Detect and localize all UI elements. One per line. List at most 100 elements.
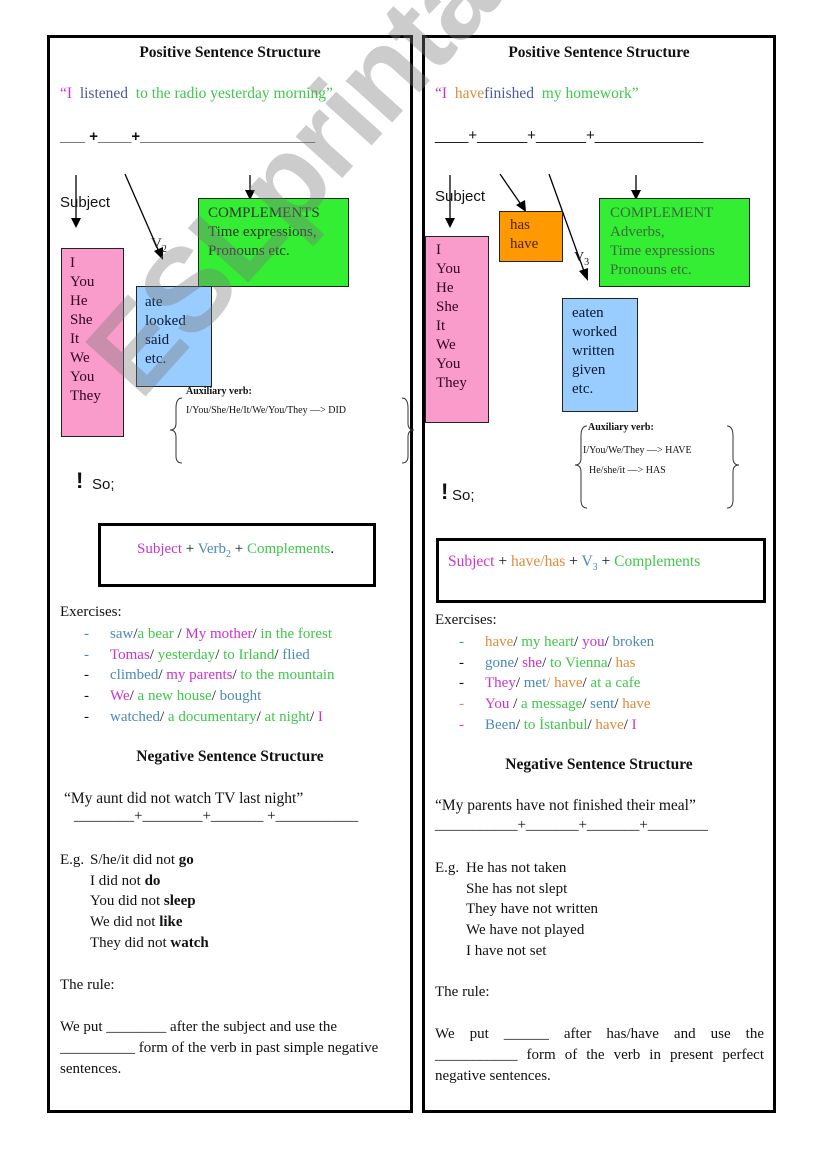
exercise-word: / — [515, 716, 524, 733]
exercise-word: a documentary — [167, 708, 257, 725]
negative-examples: E.g. S/he/it did not go I did not do You di… — [60, 850, 209, 954]
bullet-dash: - — [84, 646, 89, 663]
eg-label: E.g. — [60, 852, 85, 868]
bullet-dash: - — [459, 634, 464, 650]
list-item: You — [70, 369, 95, 385]
present-perfect-panel: Positive Sentence Structure “I havefinis… — [422, 35, 776, 1113]
exercise-word: at a cafe — [590, 675, 641, 692]
negative-blanks: ___________+_______+_______+________ — [435, 817, 708, 833]
example-text: S/he/it did not — [90, 852, 179, 868]
exercise-word: have — [554, 675, 583, 692]
exercise-word: / — [607, 654, 616, 671]
exercise-word: a new house — [137, 688, 212, 705]
subject-label: Subject — [60, 194, 111, 211]
exercise-item: - We/ a new house/ bought — [84, 686, 335, 707]
subject-pronouns-list: I You He She It We You They — [70, 254, 115, 406]
exercise-word: saw — [110, 626, 134, 642]
exercise-word: climbed — [110, 667, 159, 684]
list-item: He/she/it —> HAS — [589, 465, 666, 476]
list-item: written — [572, 343, 615, 359]
exercise-word: / — [149, 646, 158, 663]
list-item: She — [436, 299, 459, 315]
exercise-word: We — [110, 688, 130, 705]
exercise-word: bought — [219, 688, 262, 705]
exercise-word: you — [582, 634, 605, 650]
complements-box: COMPLEMENTS Time expressions, Pronouns etc… — [198, 198, 349, 287]
example-line: You did not sleep — [60, 891, 209, 912]
list-item: It — [70, 331, 80, 347]
exercise-word: Been — [485, 716, 516, 733]
exercise-word: I — [317, 708, 323, 725]
exercise-word: / — [604, 634, 613, 650]
exercise-word: she — [522, 654, 543, 671]
v3-verbs-list: eaten worked written given etc. — [572, 304, 628, 399]
list-item: looked — [145, 313, 186, 329]
complements-list: COMPLEMENTS Time expressions, Pronouns etc… — [208, 204, 339, 261]
exercise-word: my heart — [521, 634, 575, 650]
example-text: They have not written — [466, 901, 599, 918]
example-text: They did not — [90, 934, 171, 951]
example-verb-bold: go — [178, 852, 194, 868]
rule-title: The rule: — [60, 977, 115, 993]
list-item: He — [70, 293, 88, 309]
formula-verb: V3 — [581, 553, 597, 573]
list-item: etc. — [572, 381, 594, 397]
formula-plus: + — [231, 541, 247, 557]
exercise-word: They — [485, 675, 516, 692]
exercise-word: / — [542, 654, 551, 671]
aux-have-has-list: has have — [510, 216, 552, 254]
exercise-item: - They/ met/ have/ at a cafe — [459, 673, 654, 694]
exercise-word: met — [523, 675, 547, 692]
exercise-word: in the forest — [260, 626, 333, 642]
subject-pronouns-box: I You He She It We You They — [61, 248, 124, 437]
exercises-list: - saw / a bear / My mother / in the forest - T… — [84, 624, 335, 728]
bullet-dash: - — [84, 667, 89, 684]
list-item: Time expressions — [610, 243, 715, 259]
exercise-word: / — [514, 654, 523, 671]
bullet-dash: - — [459, 696, 464, 713]
subject-pronouns-list: I You He She It We You They — [436, 241, 478, 393]
exercise-word: / — [256, 708, 265, 725]
example-text: She has not slept — [466, 880, 568, 897]
exercise-word: my parents — [166, 667, 233, 684]
exercise-word: a bear — [137, 626, 178, 642]
bullet-dash: - — [84, 688, 89, 705]
bullet-dash: - — [459, 654, 464, 671]
formula-plus: + — [597, 553, 615, 570]
exercise-word: have — [622, 696, 651, 713]
example-line: We have not played — [435, 920, 598, 941]
formula-subject: Subject — [137, 541, 182, 557]
list-item: COMPLEMENTS — [208, 205, 320, 221]
exercise-word: have — [485, 634, 514, 650]
v2-verbs-box: ate looked said etc. — [136, 286, 212, 387]
list-item: She — [70, 312, 93, 328]
v2-verbs-list: ate looked said etc. — [145, 293, 203, 369]
exclamation-icon: ! — [441, 479, 449, 504]
subject-pronouns-box: I You He She It We You They — [425, 236, 489, 423]
list-item: I — [436, 242, 441, 258]
exercise-word: / — [515, 675, 524, 692]
v3-letter: V — [574, 250, 585, 265]
list-item: We — [436, 337, 456, 353]
negative-example-sentence: “My parents have not finished their meal… — [435, 797, 696, 814]
aux-verb-rules: I/You/We/They —> HAVE He/she/it —> HAS — [583, 441, 692, 481]
exercise-word: has — [615, 654, 636, 671]
past-simple-panel: Positive Sentence Structure “I listened … — [47, 35, 415, 1113]
v2-subscript: 2 — [161, 244, 167, 255]
rule-title: The rule: — [435, 984, 490, 1000]
exercise-word: to İstanbul — [523, 716, 588, 733]
exercise-item: - saw/a bear / My mother/ in the forest — [84, 624, 335, 645]
exercises-title: Exercises: — [60, 604, 122, 620]
list-item: Pronouns etc. — [208, 243, 290, 259]
exercise-item: - climbed/ my parents/ to the mountain — [84, 665, 335, 686]
example-verb-bold: sleep — [163, 893, 196, 910]
list-item: You — [436, 261, 461, 277]
example-verb-bold: like — [159, 914, 183, 931]
so-label: So; — [452, 487, 475, 504]
complement-box: COMPLEMENT Adverbs, Time expressions Pronou… — [599, 198, 750, 287]
exercise-word: a message — [521, 696, 583, 713]
formula-aux: have/has — [511, 553, 566, 570]
subject-arrow-head — [71, 218, 81, 228]
example-line: They have not written — [435, 899, 598, 920]
list-item: You — [70, 274, 95, 290]
